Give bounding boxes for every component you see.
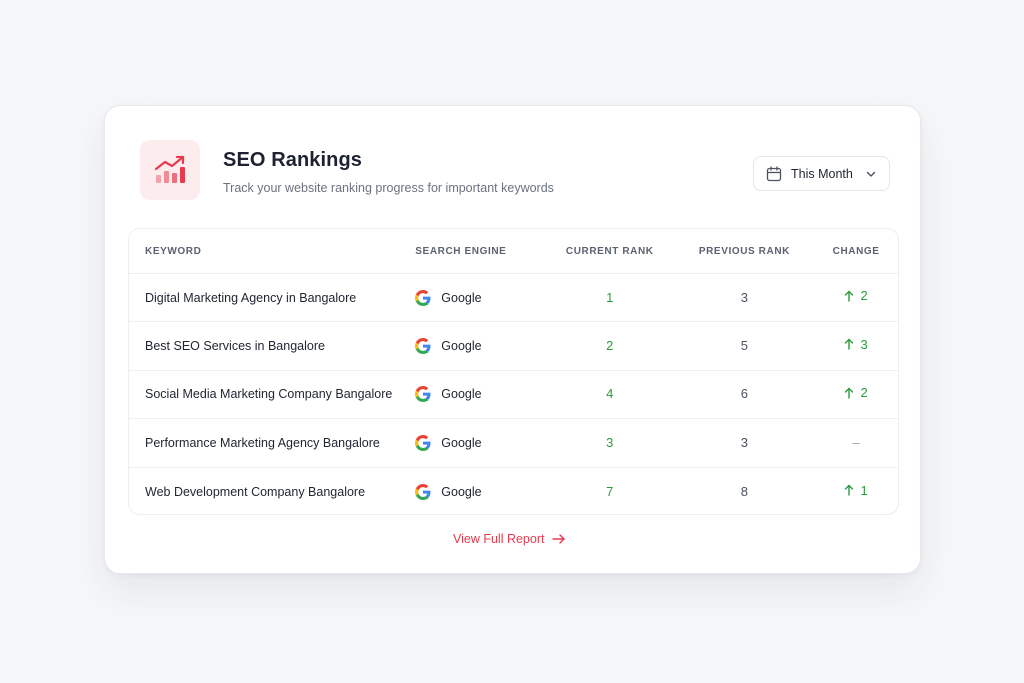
previous-rank-cell: 5 xyxy=(740,338,749,354)
search-engine-cell: Google xyxy=(441,290,482,305)
column-header-current-rank: Current Rank xyxy=(565,245,654,257)
arrow-up-icon xyxy=(844,290,854,302)
period-select[interactable]: This Month xyxy=(753,156,890,191)
rank-change-value: 2 xyxy=(860,288,868,304)
column-header-search-engine: Search Engine xyxy=(415,245,507,257)
rank-change: – xyxy=(852,435,859,450)
arrow-up-icon xyxy=(844,387,854,399)
table-row: Social Media Marketing Company Bangalore… xyxy=(129,371,898,420)
rank-change-value: – xyxy=(852,434,860,450)
table-row: Best SEO Services in Bangalore Google 2 5 3 xyxy=(129,322,898,371)
rankings-table: Keyword Search Engine Current Rank Previ… xyxy=(128,228,899,515)
arrow-right-icon xyxy=(552,533,566,545)
calendar-icon xyxy=(766,165,782,182)
keyword-cell: Digital Marketing Agency in Bangalore xyxy=(145,290,357,305)
table-row: Performance Marketing Agency Bangalore Go… xyxy=(129,419,898,468)
keyword-cell: Social Media Marketing Company Bangalore xyxy=(145,387,393,402)
chevron-down-icon xyxy=(865,168,877,180)
period-select-value: This Month xyxy=(791,166,853,181)
rank-change: 2 xyxy=(844,288,868,304)
rank-change-value: 1 xyxy=(860,482,868,498)
arrow-up-icon xyxy=(844,338,854,351)
google-icon xyxy=(415,483,431,500)
table-header: Keyword Search Engine Current Rank Previ… xyxy=(129,229,898,274)
previous-rank-cell: 6 xyxy=(740,386,749,402)
google-icon xyxy=(415,386,431,403)
column-header-keyword: Keyword xyxy=(145,245,202,257)
search-engine-cell: Google xyxy=(441,484,482,499)
previous-rank-cell: 8 xyxy=(740,483,749,499)
keyword-cell: Best SEO Services in Bangalore xyxy=(145,339,325,354)
search-engine-cell: Google xyxy=(441,387,482,402)
rank-change-value: 3 xyxy=(860,336,868,352)
current-rank-cell: 4 xyxy=(606,386,614,402)
search-engine-cell: Google xyxy=(441,435,482,450)
rank-change-value: 2 xyxy=(860,385,868,401)
previous-rank-cell: 3 xyxy=(740,434,749,450)
keyword-cell: Web Development Company Bangalore xyxy=(145,484,366,499)
google-icon xyxy=(415,338,431,355)
current-rank-cell: 2 xyxy=(606,338,614,354)
google-icon xyxy=(415,289,431,306)
page-title: SEO Rankings xyxy=(223,149,363,171)
rank-change: 3 xyxy=(844,336,868,352)
rank-change: 1 xyxy=(844,482,868,498)
view-full-report-link[interactable]: View Full Report xyxy=(453,532,566,546)
view-full-report-label: View Full Report xyxy=(453,532,545,546)
keyword-cell: Performance Marketing Agency Bangalore xyxy=(145,435,380,450)
table-body: Digital Marketing Agency in Bangalore Goo… xyxy=(129,274,898,514)
column-header-change: Change xyxy=(832,245,880,257)
google-icon xyxy=(415,434,431,451)
search-engine-cell: Google xyxy=(441,339,482,354)
previous-rank-cell: 3 xyxy=(740,289,749,305)
chart-trend-up-icon xyxy=(140,140,200,200)
seo-rankings-card: SEO Rankings Track your website ranking … xyxy=(104,105,921,574)
arrow-up-icon xyxy=(844,484,854,496)
table-row: Web Development Company Bangalore Google 7… xyxy=(129,468,898,514)
current-rank-cell: 7 xyxy=(606,483,614,499)
current-rank-cell: 1 xyxy=(606,289,614,305)
table-row: Digital Marketing Agency in Bangalore Goo… xyxy=(129,274,898,323)
page-subtitle: Track your website ranking progress for … xyxy=(223,181,554,195)
current-rank-cell: 3 xyxy=(606,434,614,450)
rank-change: 2 xyxy=(844,385,868,401)
column-header-previous-rank: Previous Rank xyxy=(698,245,790,257)
